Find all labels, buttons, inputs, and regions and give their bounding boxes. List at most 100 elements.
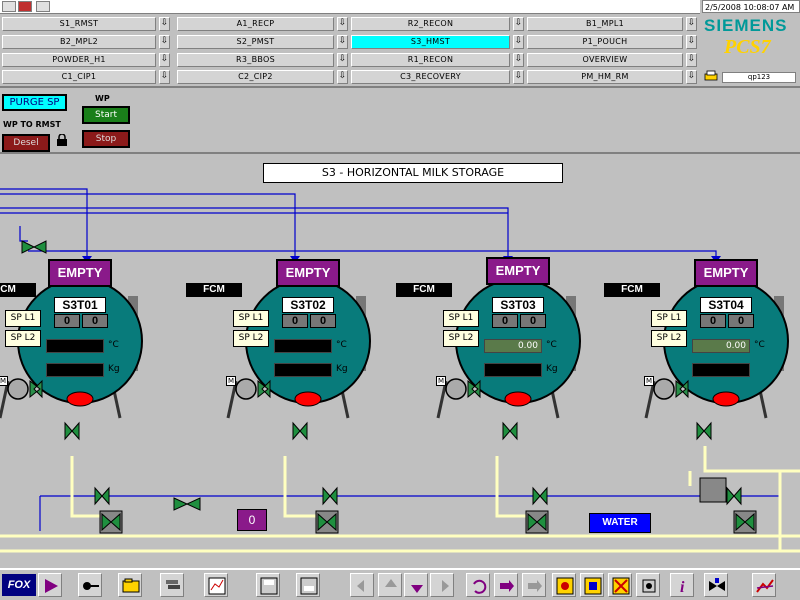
nav-button-c1-cip1[interactable]: C1_CIP1 — [2, 70, 156, 84]
nav-dropdown-icon[interactable]: ⇩ — [337, 35, 348, 49]
layers-button[interactable] — [160, 573, 184, 597]
nav-button-b2-mpl2[interactable]: B2_MPL2 — [2, 35, 156, 49]
arrow-up-button[interactable] — [378, 573, 402, 597]
jump-end-button[interactable] — [522, 573, 546, 597]
svg-text:i: i — [680, 579, 685, 596]
alarm-lock-button[interactable] — [608, 573, 632, 597]
valve-icon[interactable] — [532, 486, 548, 506]
agitator-motor[interactable] — [653, 378, 675, 400]
trend-button[interactable] — [752, 573, 776, 597]
desel-button[interactable]: Desel — [2, 134, 50, 152]
save-window-button[interactable] — [256, 573, 280, 597]
setpoint-l2-button[interactable]: SP L2 — [233, 330, 269, 347]
menu-icon[interactable] — [36, 1, 50, 12]
setpoint-l2-button[interactable]: SP L2 — [443, 330, 479, 347]
mixproof-valve-icon[interactable] — [699, 477, 727, 503]
water-button[interactable]: WATER — [589, 513, 651, 533]
chart-icon — [208, 577, 226, 595]
alarm-ack-button[interactable] — [580, 573, 604, 597]
valve-icon[interactable] — [322, 486, 338, 506]
alarm-icon[interactable] — [18, 1, 32, 12]
line-valve-icon[interactable] — [173, 497, 201, 511]
nav-button-overview[interactable]: OVERVIEW — [527, 53, 683, 67]
print-window-button[interactable] — [296, 573, 320, 597]
tank-id-label[interactable]: S3T01 — [54, 297, 106, 313]
arrow-down-button[interactable] — [404, 573, 428, 597]
agitator-motor[interactable] — [235, 378, 257, 400]
tank-leg — [436, 380, 448, 419]
valve-icon[interactable] — [64, 421, 80, 441]
pipe-network — [0, 188, 800, 553]
motor-label: M — [644, 376, 655, 386]
horn-button[interactable] — [636, 573, 660, 597]
nav-dropdown-icon[interactable]: ⇩ — [337, 70, 348, 84]
valve-icon[interactable] — [94, 486, 110, 506]
nav-dropdown-icon[interactable]: ⇩ — [513, 70, 524, 84]
nav-button-r2-recon[interactable]: R2_RECON — [351, 17, 510, 31]
nav-button-s2-pmst[interactable]: S2_PMST — [177, 35, 334, 49]
setpoint-l1-button[interactable]: SP L1 — [233, 310, 269, 327]
nav-dropdown-icon[interactable]: ⇩ — [159, 35, 170, 49]
purge-sp-button[interactable]: PURGE SP — [2, 94, 67, 111]
nav-dropdown-icon[interactable]: ⇩ — [686, 35, 697, 49]
alarm-list-button[interactable] — [552, 573, 576, 597]
window-icon[interactable] — [2, 1, 16, 12]
setpoint-l2-button[interactable]: SP L2 — [5, 330, 41, 347]
start-button[interactable]: Start — [82, 106, 130, 124]
valve-icon[interactable] — [696, 421, 712, 441]
lock-icon[interactable] — [56, 134, 68, 146]
nav-dropdown-icon[interactable]: ⇩ — [513, 35, 524, 49]
nav-dropdown-icon[interactable]: ⇩ — [337, 53, 348, 67]
folder-open-button[interactable] — [118, 573, 142, 597]
nav-dropdown-icon[interactable]: ⇩ — [159, 70, 170, 84]
nav-button-r1-recon[interactable]: R1_RECON — [351, 53, 510, 67]
jump-right-button[interactable] — [494, 573, 518, 597]
play-icon — [45, 579, 58, 593]
nav-dropdown-icon[interactable]: ⇩ — [337, 17, 348, 31]
valve-tool-button[interactable] — [704, 573, 728, 597]
value-1-display: 0 — [54, 314, 80, 328]
nav-button-b1-mpl1[interactable]: B1_MPL1 — [527, 17, 683, 31]
arrow-right-button[interactable] — [430, 573, 454, 597]
key-button[interactable] — [78, 573, 102, 597]
nav-button-c3-recovery[interactable]: C3_RECOVERY — [351, 70, 510, 84]
nav-button-a1-recp[interactable]: A1_RECP — [177, 17, 334, 31]
temperature-display: 0.00 — [692, 339, 750, 353]
undo-button[interactable] — [466, 573, 490, 597]
printer-icon[interactable] — [704, 70, 718, 82]
tank-id-label[interactable]: S3T03 — [492, 297, 544, 313]
key-icon — [83, 582, 99, 590]
agitator-motor[interactable] — [7, 378, 29, 400]
nav-dropdown-icon[interactable]: ⇩ — [513, 53, 524, 67]
nav-button-c2-cip2[interactable]: C2_CIP2 — [177, 70, 334, 84]
nav-button-s3-hmst[interactable]: S3_HMST — [351, 35, 510, 49]
agitator-motor[interactable] — [445, 378, 467, 400]
arrow-left-button[interactable] — [350, 573, 374, 597]
chart-button[interactable] — [204, 573, 228, 597]
tank-id-label[interactable]: S3T04 — [700, 297, 752, 313]
stop-button[interactable]: Stop — [82, 130, 130, 148]
nav-dropdown-icon[interactable]: ⇩ — [159, 53, 170, 67]
nav-dropdown-icon[interactable]: ⇩ — [686, 70, 697, 84]
tank-id-label[interactable]: S3T02 — [282, 297, 334, 313]
play-button[interactable] — [38, 573, 62, 597]
nav-button-pm-hm-rm[interactable]: PM_HM_RM — [527, 70, 683, 84]
nav-button-powder-h1[interactable]: POWDER_H1 — [2, 53, 156, 67]
nav-dropdown-icon[interactable]: ⇩ — [513, 17, 524, 31]
weight-unit: Kg — [108, 364, 120, 374]
setpoint-l2-button[interactable]: SP L2 — [651, 330, 687, 347]
nav-dropdown-icon[interactable]: ⇩ — [159, 17, 170, 31]
nav-button-r3-bbos[interactable]: R3_BBOS — [177, 53, 334, 67]
setpoint-l1-button[interactable]: SP L1 — [5, 310, 41, 327]
nav-dropdown-icon[interactable]: ⇩ — [686, 53, 697, 67]
setpoint-l1-button[interactable]: SP L1 — [443, 310, 479, 327]
info-button[interactable]: i — [670, 573, 694, 597]
nav-button-s1-rmst[interactable]: S1_RMST — [2, 17, 156, 31]
nav-dropdown-icon[interactable]: ⇩ — [686, 17, 697, 31]
setpoint-l1-button[interactable]: SP L1 — [651, 310, 687, 327]
valve-icon[interactable] — [292, 421, 308, 441]
tank-status-badge: EMPTY — [694, 259, 758, 287]
valve-icon[interactable] — [726, 486, 742, 506]
nav-button-p1-pouch[interactable]: P1_POUCH — [527, 35, 683, 49]
valve-icon[interactable] — [502, 421, 518, 441]
